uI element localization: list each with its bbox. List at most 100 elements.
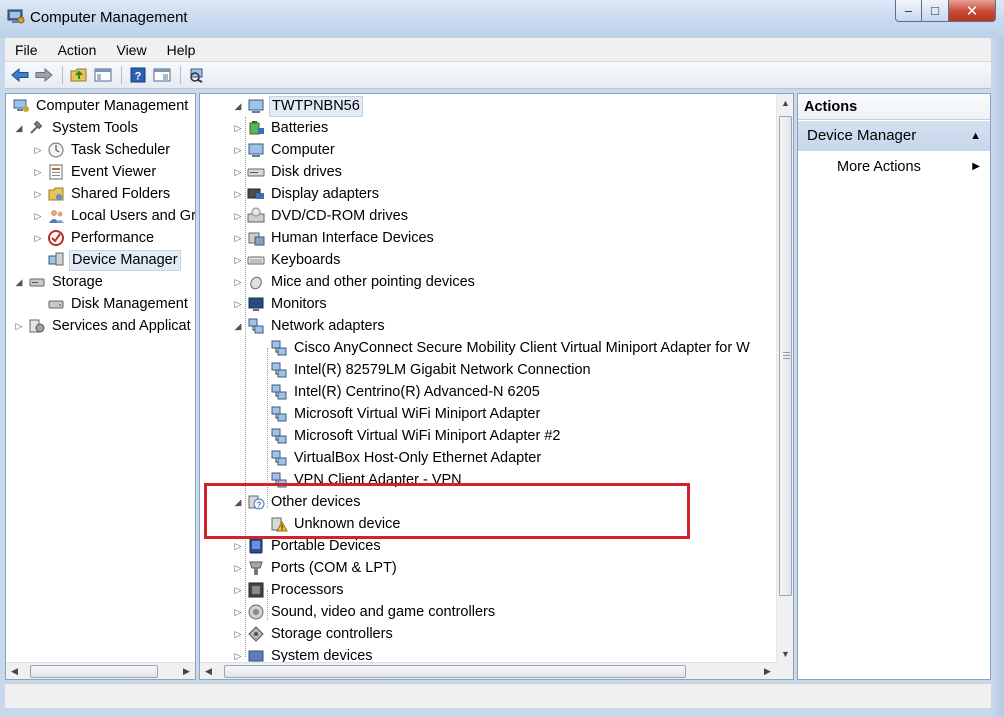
tree-item-device-manager[interactable]: Device Manager [31,249,181,271]
network-adapter-icon [270,339,288,357]
tree-item-intel-r-centrino-r-advanced-n-6205[interactable]: Intel(R) Centrino(R) Advanced-N 6205 [254,381,542,403]
tree-item-label: Intel(R) Centrino(R) Advanced-N 6205 [294,384,540,400]
scroll-thumb[interactable] [779,116,792,596]
tree-connector-line [245,117,246,657]
disk-drive-icon [247,163,265,181]
mouse-icon [247,273,265,291]
up-folder-icon[interactable] [68,64,90,86]
expand-toggle-icon[interactable]: ▷ [231,579,245,601]
collapse-toggle-icon[interactable]: ◢ [12,117,26,139]
window-title: Computer Management [30,9,188,26]
tree-item-label: Keyboards [271,252,341,268]
tree-item-local-users-and-gr[interactable]: ▷ Local Users and Gr [31,205,195,227]
tree-item-storage[interactable]: ◢ Storage [12,271,105,293]
collapse-caret-icon[interactable]: ▲ [970,121,981,151]
expand-toggle-icon[interactable]: ▷ [31,161,45,183]
expand-toggle-icon[interactable]: ▷ [31,183,45,205]
tree-item-disk-management[interactable]: Disk Management [31,293,190,315]
close-button[interactable]: ✕ [949,0,996,22]
menu-help[interactable]: Help [157,42,206,58]
tree-item-task-scheduler[interactable]: ▷ Task Scheduler [31,139,172,161]
properties-icon[interactable] [151,64,173,86]
expand-toggle-icon[interactable]: ▷ [231,557,245,579]
device-horizontal-scrollbar[interactable]: ◀ ▶ [200,662,776,679]
tree-item-computer-management[interactable]: Computer Management [6,95,190,117]
tree-item-network-adapters[interactable]: ◢ Network adapters [231,315,387,337]
tree-item-intel-r-82579lm-gigabit-network-connection[interactable]: Intel(R) 82579LM Gigabit Network Connect… [254,359,593,381]
tree-item-label: Local Users and Gr [71,208,195,224]
tree-item-performance[interactable]: ▷ Performance [31,227,156,249]
tree-item-label: Ports (COM & LPT) [271,560,397,576]
scroll-thumb[interactable] [224,665,686,678]
left-horizontal-scrollbar[interactable]: ◀ ▶ [6,662,195,679]
more-actions-item[interactable]: More Actions ▶ [798,154,990,180]
action-group-device-manager[interactable]: Device Manager ▲ [798,121,990,151]
collapse-toggle-icon[interactable]: ◢ [231,95,245,117]
highlight-box [204,483,690,539]
scroll-thumb[interactable] [30,665,158,678]
tree-item-shared-folders[interactable]: ▷ Shared Folders [31,183,172,205]
tree-item-sound-video-and-game-controllers[interactable]: ▷ Sound, video and game controllers [231,601,497,623]
tree-item-keyboards[interactable]: ▷ Keyboards [231,249,342,271]
expand-toggle-icon[interactable]: ▷ [12,315,26,337]
tree-item-system-tools[interactable]: ◢ System Tools [12,117,140,139]
status-bar [5,683,991,708]
collapse-toggle-icon[interactable]: ◢ [231,315,245,337]
scroll-left-arrow[interactable]: ◀ [6,663,23,680]
show-hide-tree-icon[interactable] [92,64,114,86]
back-icon[interactable] [9,64,31,86]
expand-toggle-icon[interactable]: ▷ [231,293,245,315]
tree-item-cisco-anyconnect-secure-mobility-client-virtual-miniport-adapter-for-w[interactable]: Cisco AnyConnect Secure Mobility Client … [254,337,752,359]
tree-item-dvd-cd-rom-drives[interactable]: ▷ DVD/CD-ROM drives [231,205,410,227]
help-icon[interactable]: ? [127,64,149,86]
expand-toggle-icon[interactable]: ▷ [31,139,45,161]
expand-toggle-icon[interactable]: ▷ [231,249,245,271]
tree-item-computer[interactable]: ▷ Computer [231,139,337,161]
tree-item-system-devices[interactable]: ▷ System devices [231,645,375,662]
expand-toggle-icon[interactable]: ▷ [231,601,245,623]
expand-toggle-icon[interactable]: ▷ [231,271,245,293]
tree-item-microsoft-virtual-wifi-miniport-adapter[interactable]: Microsoft Virtual WiFi Miniport Adapter [254,403,542,425]
expand-toggle-icon[interactable]: ▷ [231,183,245,205]
maximize-button[interactable]: □ [922,0,949,22]
tree-item-ports-com-lpt[interactable]: ▷ Ports (COM & LPT) [231,557,399,579]
tree-item-twtpnbn56[interactable]: ◢ TWTPNBN56 [231,95,363,117]
tree-item-microsoft-virtual-wifi-miniport-adapter-2[interactable]: Microsoft Virtual WiFi Miniport Adapter … [254,425,562,447]
scroll-up-arrow[interactable]: ▲ [777,94,794,111]
tree-item-disk-drives[interactable]: ▷ Disk drives [231,161,344,183]
expand-toggle-icon[interactable]: ▷ [231,205,245,227]
forward-icon[interactable] [33,64,55,86]
expand-toggle-icon[interactable]: ▷ [231,227,245,249]
tree-item-label: Computer [271,142,335,158]
scroll-left-arrow[interactable]: ◀ [200,663,217,680]
expand-toggle-icon[interactable]: ▷ [231,117,245,139]
tree-item-event-viewer[interactable]: ▷ Event Viewer [31,161,158,183]
tree-item-virtualbox-host-only-ethernet-adapter[interactable]: VirtualBox Host-Only Ethernet Adapter [254,447,543,469]
menu-view[interactable]: View [106,42,156,58]
scroll-right-arrow[interactable]: ▶ [178,663,195,680]
expand-toggle-icon[interactable]: ▷ [31,205,45,227]
scan-hardware-icon[interactable] [186,64,208,86]
expand-toggle-icon[interactable]: ▷ [231,139,245,161]
battery-icon [247,119,265,137]
tree-item-human-interface-devices[interactable]: ▷ Human Interface Devices [231,227,436,249]
expand-toggle-icon[interactable]: ▷ [231,623,245,645]
network-adapter-icon [247,317,265,335]
tree-item-processors[interactable]: ▷ Processors [231,579,346,601]
tree-item-services-and-applicat[interactable]: ▷ Services and Applicat [12,315,193,337]
scroll-down-arrow[interactable]: ▼ [777,645,794,662]
minimize-button[interactable]: – [895,0,922,22]
tree-item-display-adapters[interactable]: ▷ Display adapters [231,183,381,205]
tree-item-mice-and-other-pointing-devices[interactable]: ▷ Mice and other pointing devices [231,271,477,293]
actions-title: Actions [798,94,990,120]
collapse-toggle-icon[interactable]: ◢ [12,271,26,293]
expand-toggle-icon[interactable]: ▷ [231,161,245,183]
scroll-right-arrow[interactable]: ▶ [759,663,776,680]
menu-file[interactable]: File [5,42,48,58]
device-vertical-scrollbar[interactable]: ▲ ▼ [776,94,793,662]
menu-action[interactable]: Action [48,42,107,58]
expand-toggle-icon[interactable]: ▷ [231,645,245,662]
tree-item-storage-controllers[interactable]: ▷ Storage controllers [231,623,395,645]
expand-toggle-icon[interactable]: ▷ [31,227,45,249]
navigation-tree: Computer Management ◢ System Tools ▷ Task Sc… [6,94,195,662]
